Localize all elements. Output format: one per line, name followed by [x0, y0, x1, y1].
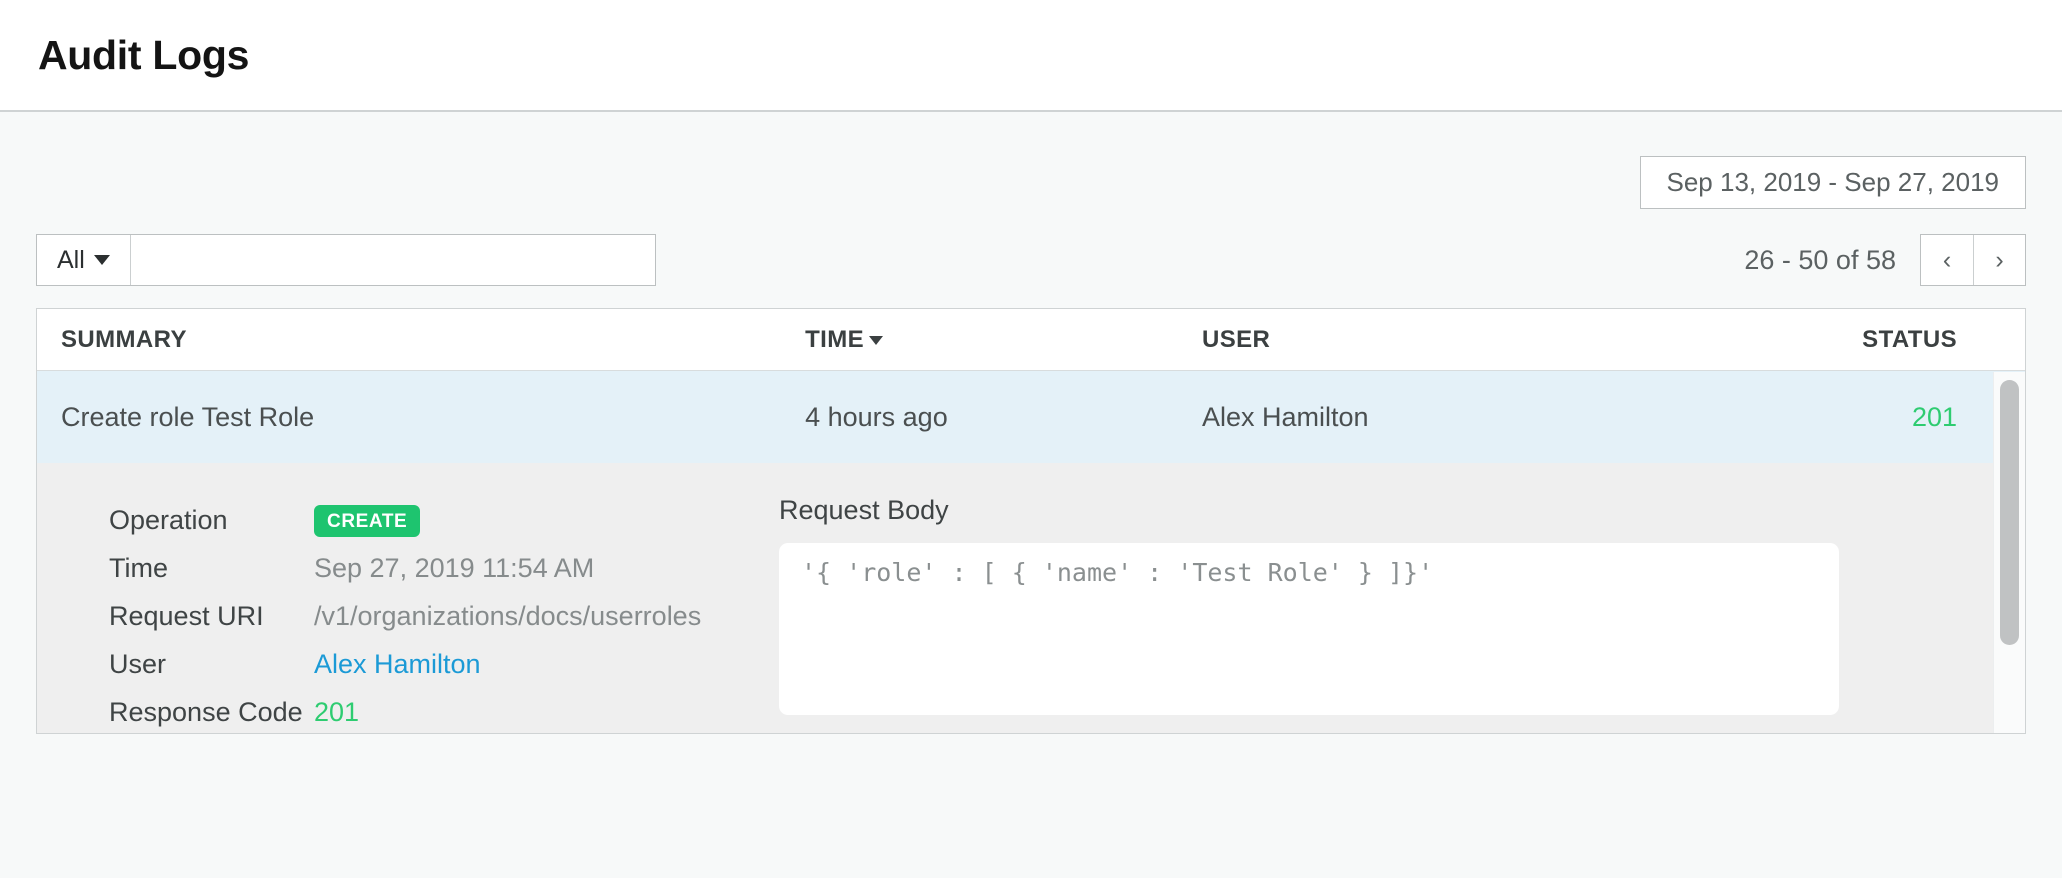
detail-label-user: User — [109, 649, 314, 680]
detail-value-request-uri: /v1/organizations/docs/userroles — [314, 601, 701, 632]
cell-summary: Create role Test Role — [61, 402, 805, 433]
audit-log-table: SUMMARY TIME USER STATUS Create role Tes… — [36, 308, 2026, 734]
table-scrollbar-thumb[interactable] — [2000, 380, 2019, 645]
detail-row-user: User Alex Hamilton — [109, 641, 737, 688]
search-input[interactable] — [131, 235, 655, 285]
row-detail-panel: Operation CREATE Time Sep 27, 2019 11:54… — [37, 463, 2025, 734]
filter-row: All 26 - 50 of 58 ‹ › — [36, 234, 2026, 286]
page-title: Audit Logs — [38, 32, 249, 79]
column-header-time-label: TIME — [805, 326, 864, 353]
table-header-row: SUMMARY TIME USER STATUS — [37, 309, 2025, 371]
cell-time: 4 hours ago — [805, 402, 1202, 433]
search-group: All — [36, 234, 656, 286]
detail-label-request-uri: Request URI — [109, 601, 314, 632]
operation-badge: CREATE — [314, 505, 420, 537]
chevron-down-icon — [94, 255, 110, 265]
detail-label-time: Time — [109, 553, 314, 584]
daterange-row: Sep 13, 2019 - Sep 27, 2019 — [36, 112, 2026, 209]
table-scrollbar[interactable] — [1993, 372, 2025, 733]
date-range-picker-button[interactable]: Sep 13, 2019 - Sep 27, 2019 — [1640, 156, 2027, 209]
request-body-textarea[interactable]: '{ 'role' : [ { 'name' : 'Test Role' } ]… — [779, 543, 1839, 715]
cell-status: 201 — [1599, 402, 1991, 433]
detail-label-operation: Operation — [109, 505, 314, 536]
table-row[interactable]: Create role Test Role 4 hours ago Alex H… — [37, 371, 2025, 463]
column-header-summary[interactable]: SUMMARY — [61, 326, 805, 354]
detail-label-response-code: Response Code — [109, 697, 314, 728]
detail-row-operation: Operation CREATE — [109, 497, 737, 544]
filter-type-dropdown[interactable]: All — [37, 235, 131, 285]
column-header-user[interactable]: USER — [1202, 326, 1599, 354]
detail-row-request-uri: Request URI /v1/organizations/docs/userr… — [109, 593, 737, 640]
pagination: 26 - 50 of 58 ‹ › — [1744, 234, 2026, 286]
detail-fields: Operation CREATE Time Sep 27, 2019 11:54… — [37, 489, 737, 699]
detail-row-time: Time Sep 27, 2019 11:54 AM — [109, 545, 737, 592]
page-buttons: ‹ › — [1920, 234, 2026, 286]
previous-page-button[interactable]: ‹ — [1921, 235, 1973, 285]
detail-value-user-link[interactable]: Alex Hamilton — [314, 649, 481, 680]
column-header-time[interactable]: TIME — [805, 326, 1202, 354]
page-range-label: 26 - 50 of 58 — [1744, 245, 1896, 276]
request-body-label: Request Body — [779, 495, 1839, 526]
detail-value-operation: CREATE — [314, 505, 420, 537]
detail-value-response-code: 201 — [314, 697, 359, 728]
detail-row-response-code: Response Code 201 — [109, 689, 737, 734]
page-header: Audit Logs — [0, 0, 2062, 112]
detail-value-time: Sep 27, 2019 11:54 AM — [314, 553, 594, 584]
next-page-button[interactable]: › — [1973, 235, 2025, 285]
column-header-status[interactable]: STATUS — [1599, 326, 1991, 354]
content-area: Sep 13, 2019 - Sep 27, 2019 All 26 - 50 … — [0, 112, 2062, 878]
date-range-label: Sep 13, 2019 - Sep 27, 2019 — [1667, 167, 2000, 198]
cell-user: Alex Hamilton — [1202, 402, 1599, 433]
request-body-section: Request Body '{ 'role' : [ { 'name' : 'T… — [737, 489, 2025, 699]
sort-descending-icon — [869, 336, 883, 345]
filter-type-label: All — [57, 246, 85, 275]
